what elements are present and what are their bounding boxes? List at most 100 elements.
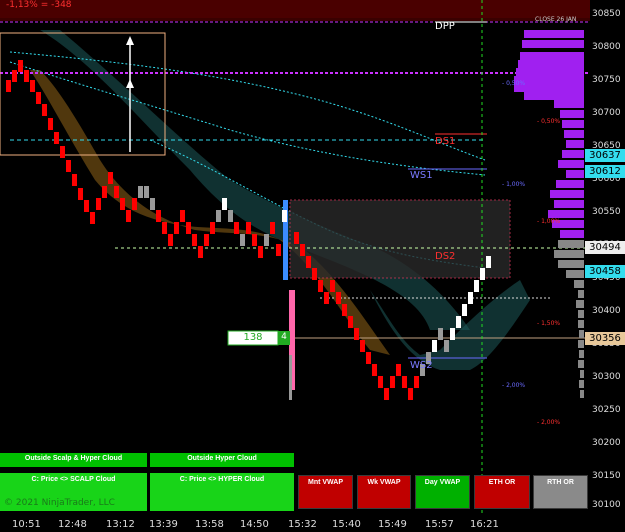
volume-bar [566, 170, 584, 178]
volume-bar [556, 180, 584, 188]
renko-brick [96, 198, 101, 210]
volume-bar [564, 130, 584, 138]
price-axis-label: 30250 [592, 405, 621, 415]
time-axis-label: 16:21 [470, 519, 499, 530]
volume-bar [558, 260, 584, 268]
price-axis-label: 30200 [592, 438, 621, 448]
outside-scalp-hyper-button[interactable]: Outside Scalp & Hyper Cloud [0, 453, 147, 467]
renko-brick [228, 210, 233, 222]
renko-brick [300, 244, 305, 256]
renko-brick [318, 280, 323, 292]
wk-vwap-button[interactable]: Wk VWAP [357, 475, 411, 509]
volume-bar [566, 140, 584, 148]
renko-brick [222, 198, 227, 210]
pct-label: - 1,00% [502, 181, 526, 188]
volume-bar [562, 150, 584, 158]
volume-bar [516, 68, 584, 76]
renko-brick [444, 340, 449, 352]
volume-bar [524, 30, 584, 38]
renko-brick [396, 364, 401, 376]
rth-or-button[interactable]: RTH OR [533, 475, 588, 509]
renko-brick [210, 222, 215, 234]
volume-bar [550, 190, 584, 198]
renko-brick [84, 200, 89, 212]
outside-hyper-button[interactable]: Outside Hyper Cloud [150, 453, 294, 467]
time-axis-label: 14:50 [240, 519, 269, 530]
renko-brick [42, 104, 47, 116]
renko-brick [366, 352, 371, 364]
mnt-vwap-button[interactable]: Mnt VWAP [298, 475, 353, 509]
price-hyper-cloud-button[interactable]: C: Price <> HYPER Cloud [150, 473, 294, 511]
renko-brick [480, 268, 485, 280]
renko-brick [54, 132, 59, 144]
renko-brick [252, 234, 257, 246]
time-axis-label: 13:12 [106, 519, 135, 530]
renko-brick [102, 186, 107, 198]
price-axis-label: 30300 [592, 372, 621, 382]
price-tag: 30637 [585, 149, 625, 162]
cyan-dotted-line-2 [9, 61, 486, 176]
renko-brick [120, 198, 125, 210]
renko-brick [6, 80, 11, 92]
renko-brick [282, 210, 287, 222]
volume-bar [579, 330, 584, 338]
volume-bar [554, 200, 584, 208]
price-axis-label: 30550 [592, 207, 621, 217]
volume-bar [562, 120, 584, 128]
renko-brick [60, 146, 65, 158]
ws1-label: WS1 [410, 170, 433, 181]
renko-brick [414, 376, 419, 388]
price-tag: 30458 [585, 265, 625, 278]
renko-brick [108, 172, 113, 184]
volume-bar [574, 280, 584, 288]
volume-bar [548, 210, 584, 218]
renko-brick [462, 304, 467, 316]
renko-brick [240, 234, 245, 246]
volume-bar [576, 300, 584, 308]
renko-brick [348, 316, 353, 328]
renko-brick [198, 246, 203, 258]
renko-brick [324, 292, 329, 304]
renko-brick [180, 210, 185, 222]
price-tag: 30494 [585, 241, 625, 254]
day-vwap-button[interactable]: Day VWAP [415, 475, 470, 509]
ds1-label: DS1 [435, 136, 456, 147]
ds2-label: DS2 [435, 251, 456, 262]
renko-brick [306, 256, 311, 268]
volume-bar [578, 360, 584, 368]
volume-bar [560, 230, 584, 238]
renko-brick [468, 292, 473, 304]
renko-brick [270, 222, 275, 234]
time-axis-label: 13:58 [195, 519, 224, 530]
renko-brick [36, 92, 41, 104]
eth-or-button[interactable]: ETH OR [474, 475, 530, 509]
price-axis-label: 30150 [592, 471, 621, 481]
renko-brick [156, 210, 161, 222]
time-axis-label: 15:40 [332, 519, 361, 530]
pct-label: - 1,00% [537, 218, 561, 225]
renko-brick [24, 70, 29, 82]
price-axis-label: 30750 [592, 75, 621, 85]
renko-brick [312, 268, 317, 280]
volume-bar [524, 92, 584, 100]
renko-brick [30, 80, 35, 92]
dpp-label: DPP [435, 21, 455, 32]
renko-brick [372, 364, 377, 376]
pct-label: - 0,50% [502, 80, 526, 87]
renko-brick [174, 222, 179, 234]
order-qty: 138 [243, 332, 263, 343]
renko-brick [432, 340, 437, 352]
renko-brick [114, 186, 119, 198]
price-axis-label: 30850 [592, 9, 621, 19]
volume-bar [520, 52, 584, 60]
renko-brick [144, 186, 149, 198]
renko-brick [408, 388, 413, 400]
renko-brick [138, 186, 143, 198]
header-band [0, 0, 590, 18]
renko-brick [258, 246, 263, 258]
time-axis-label: 15:57 [425, 519, 454, 530]
renko-brick [192, 234, 197, 246]
price-tag: 30356 [585, 332, 625, 345]
copyright: © 2021 NinjaTrader, LLC [4, 498, 115, 508]
renko-brick [246, 222, 251, 234]
